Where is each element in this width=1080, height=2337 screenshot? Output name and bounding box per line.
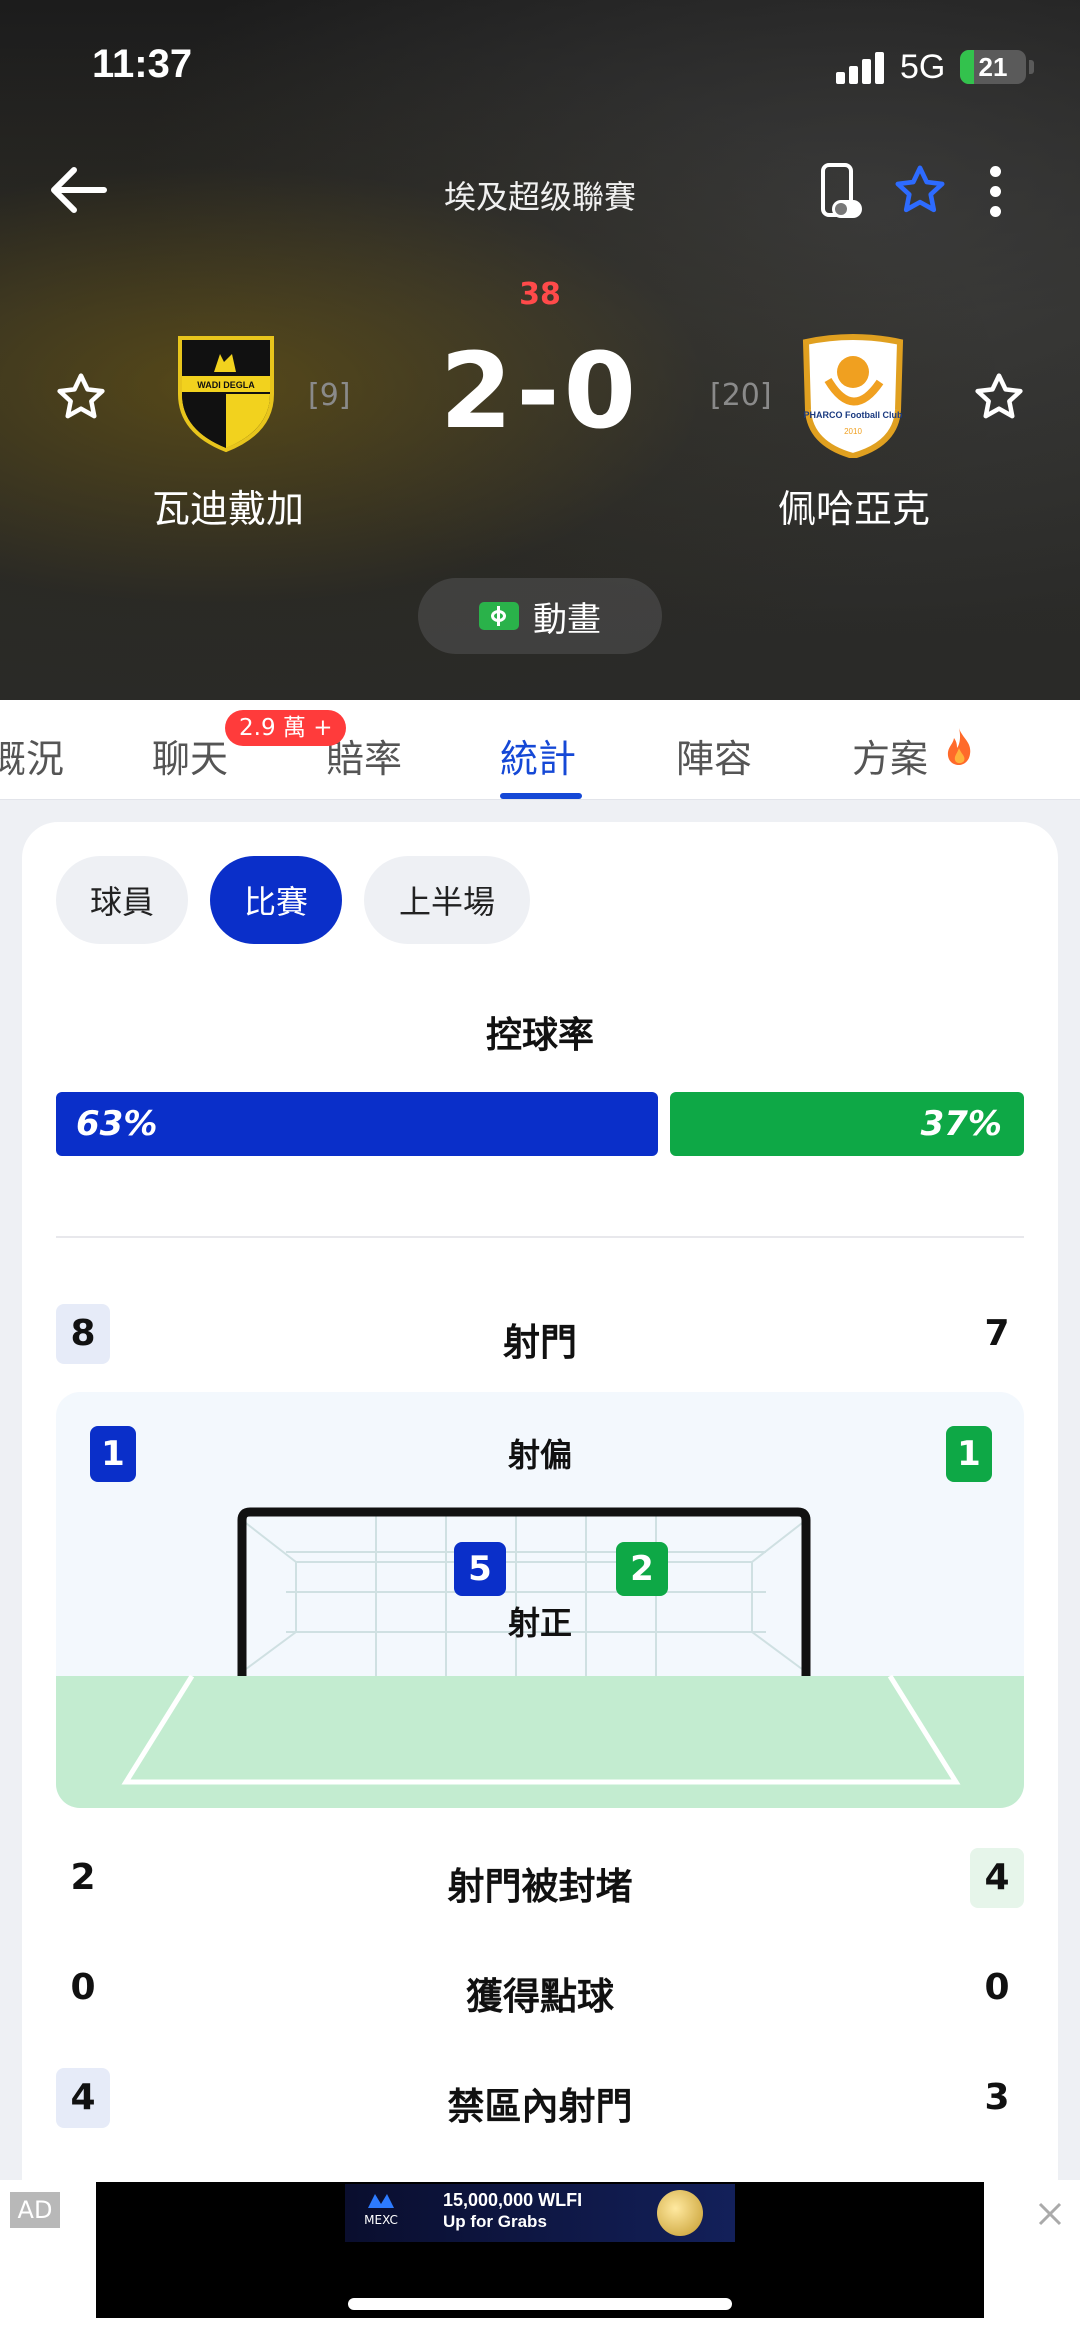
box-shots-away: 3 — [984, 2077, 1010, 2118]
animation-button[interactable]: 動畫 — [418, 578, 662, 654]
home-team-name[interactable]: 瓦迪戴加 — [100, 478, 356, 533]
phone-toggle-icon[interactable] — [818, 162, 868, 222]
stats-card: 球員 比賽 上半場 控球率 63% 37% 8 射門 7 1 射偏 1 5 2 … — [22, 822, 1058, 2337]
on-target-away: 2 — [616, 1542, 668, 1596]
active-tab-indicator — [500, 793, 582, 799]
away-crest-year: 2010 — [844, 427, 862, 436]
animation-label: 動畫 — [533, 599, 601, 640]
off-target-away: 1 — [946, 1426, 992, 1482]
away-team-rank: [20] — [710, 378, 772, 413]
possession-home-bar: 63% — [56, 1092, 658, 1156]
match-minute: 38 — [519, 277, 561, 312]
blocked-shots-away: 4 — [970, 1848, 1024, 1908]
filter-players[interactable]: 球員 — [56, 856, 188, 944]
shots-title: 射門 — [503, 1321, 577, 1364]
ad-headline: 15,000,000 WLFI — [443, 2190, 583, 2210]
box-shots-title: 禁區內射門 — [447, 2085, 633, 2128]
on-target-label: 射正 — [507, 1604, 572, 1642]
ad-brand: MEXC — [364, 2213, 398, 2227]
close-ad-icon[interactable] — [1032, 2196, 1068, 2232]
ad-subline: Up for Grabs — [443, 2212, 547, 2231]
network-type: 5G — [900, 48, 946, 86]
off-target-label: 射偏 — [507, 1436, 572, 1474]
divider — [56, 1236, 1024, 1238]
home-team-rank: [9] — [308, 378, 351, 413]
tab-overview[interactable]: 概況 — [0, 728, 64, 783]
shots-away: 7 — [984, 1313, 1010, 1354]
shot-map: 1 射偏 1 5 2 射正 — [56, 1392, 1024, 1808]
favorite-away-star-icon[interactable] — [972, 370, 1026, 424]
possession-away-bar: 37% — [670, 1092, 1024, 1156]
on-target-home: 5 — [454, 1542, 506, 1596]
ad-banner[interactable]: MEXC 15,000,000 WLFI Up for Grabs — [345, 2184, 735, 2242]
pitch-icon — [479, 602, 519, 630]
home-crest-text: WADI DEGLA — [197, 380, 255, 390]
battery-tip — [1029, 60, 1034, 74]
blocked-shots-title: 射門被封堵 — [447, 1865, 633, 1908]
match-score: 2-0 — [440, 330, 640, 452]
league-title: 埃及超级聯賽 — [443, 178, 636, 216]
chat-count-badge: 2.9 萬 + — [225, 710, 347, 746]
match-header: 11:37 5G 21 埃及超级聯賽 38 2-0 WADI DEGLA [9]… — [0, 0, 1080, 700]
tab-tips[interactable]: 方案 — [852, 728, 928, 783]
tab-lineup[interactable]: 陣容 — [676, 728, 752, 783]
signal-icon — [836, 52, 886, 84]
away-team-crest[interactable]: PHARCO Football Club 2010 — [798, 332, 908, 460]
penalties-away: 0 — [984, 1967, 1010, 2008]
possession-away-value: 37% — [920, 1104, 1002, 1144]
fire-icon — [944, 726, 974, 766]
back-arrow-icon[interactable] — [44, 160, 110, 220]
battery-icon: 21 — [960, 50, 1026, 84]
ad-brand-logo: MEXC — [359, 2192, 403, 2227]
home-team-crest[interactable]: WADI DEGLA — [176, 332, 276, 454]
off-target-home: 1 — [90, 1426, 136, 1482]
possession-home-value: 63% — [76, 1104, 158, 1144]
status-time: 11:37 — [92, 42, 193, 86]
battery-level: 21 — [978, 52, 1008, 82]
tab-stats[interactable]: 統計 — [500, 728, 576, 783]
possession-title: 控球率 — [485, 1015, 594, 1056]
more-options-icon[interactable] — [990, 162, 1001, 222]
home-indicator[interactable] — [348, 2298, 732, 2310]
tab-bar: 概況 聊天 賠率 統計 陣容 方案 — [0, 700, 1080, 800]
penalties-title: 獲得點球 — [466, 1975, 614, 2018]
tab-chat[interactable]: 聊天 — [152, 728, 228, 783]
away-crest-text: PHARCO Football Club — [804, 410, 903, 420]
away-team-name[interactable]: 佩哈亞克 — [726, 478, 982, 533]
filter-first-half[interactable]: 上半場 — [364, 856, 530, 944]
favorite-match-star-icon[interactable] — [892, 162, 948, 218]
favorite-home-star-icon[interactable] — [54, 370, 108, 424]
filter-match[interactable]: 比賽 — [210, 856, 342, 944]
ad-coin-image — [657, 2190, 703, 2236]
ad-tag: AD — [10, 2192, 60, 2228]
